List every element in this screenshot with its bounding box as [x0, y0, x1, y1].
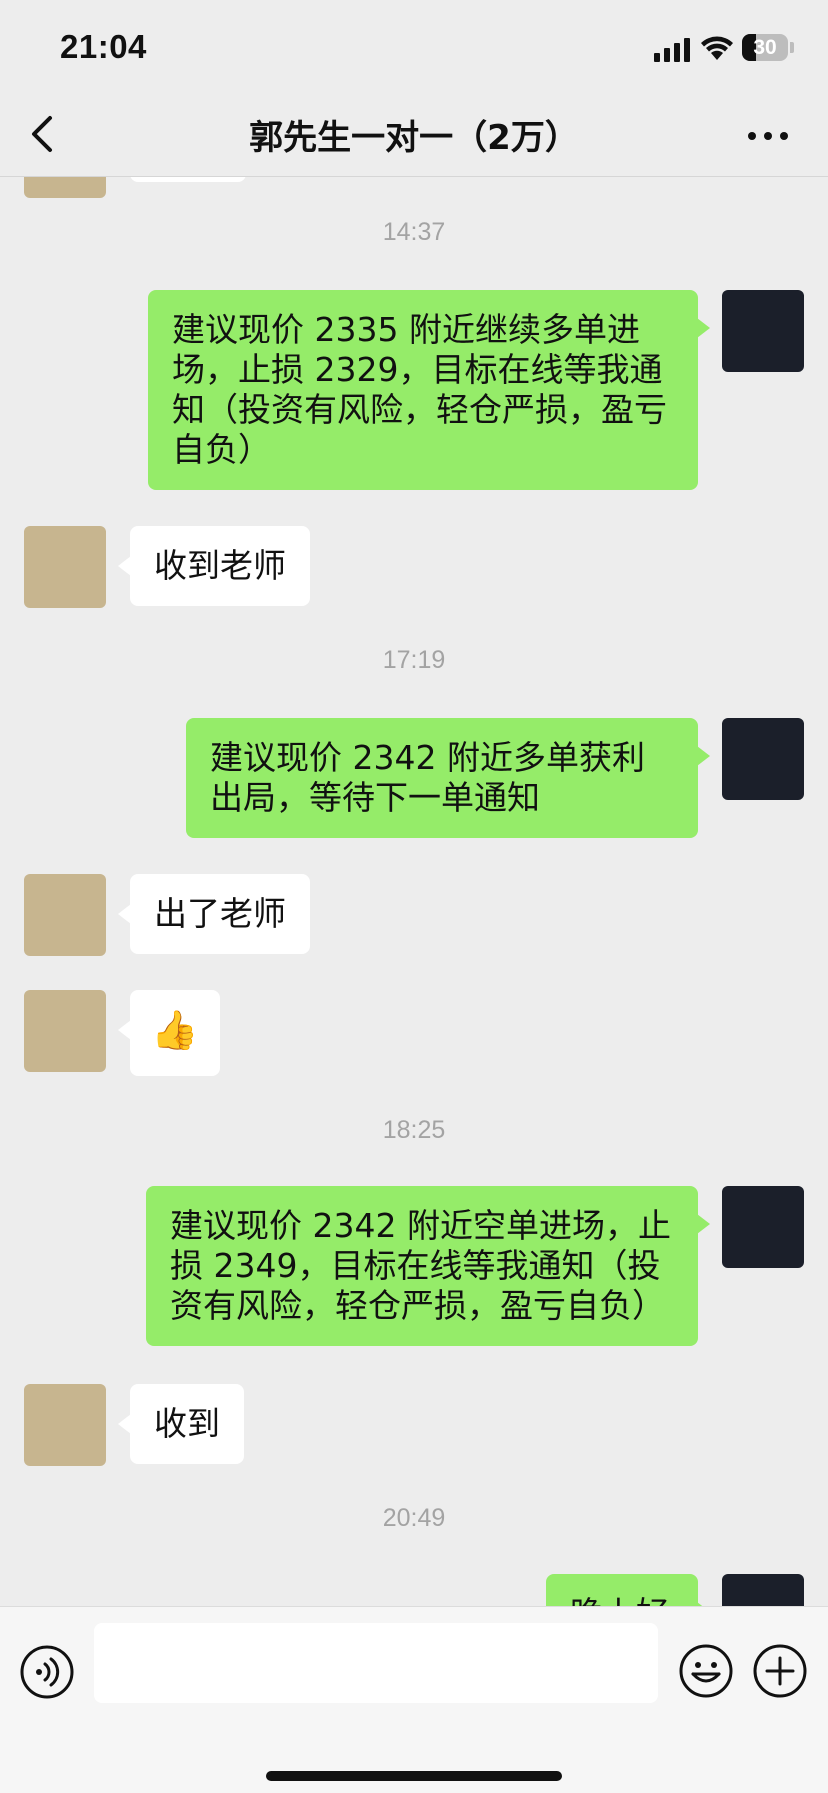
timestamp: 18:25 — [382, 1116, 446, 1144]
teacher-avatar[interactable] — [722, 1574, 804, 1606]
teacher-avatar[interactable] — [722, 1186, 804, 1268]
wifi-icon — [701, 36, 733, 60]
emoji-icon[interactable] — [678, 1643, 734, 1699]
battery-tip — [790, 42, 794, 53]
home-indicator[interactable] — [266, 1771, 562, 1781]
message-bubble[interactable]: 收到老师 — [118, 526, 310, 606]
battery-percentage: 30 — [753, 36, 777, 59]
message-list[interactable]: 14:37 建议现价 2335 附近继续多单进场，止损 2329，目标在线等我通… — [0, 176, 828, 1606]
status-time: 21:04 — [60, 28, 147, 65]
timestamp: 17:19 — [382, 646, 446, 674]
message-bubble[interactable]: 收到 — [118, 1384, 244, 1464]
avatar-partial — [24, 176, 106, 198]
message-bubble[interactable]: 建议现价 2342 附近空单进场，止损 2349，目标在线等我通知（投资有风险，… — [146, 1186, 710, 1346]
user-avatar[interactable] — [24, 526, 106, 608]
chat-header: 郭先生一对一（2万） — [0, 96, 828, 177]
message-bubble[interactable]: 晚上好 — [546, 1574, 710, 1606]
teacher-avatar[interactable] — [722, 290, 804, 372]
chevron-left-icon[interactable] — [26, 112, 62, 156]
message-bubble[interactable]: 建议现价 2342 附近多单获利出局，等待下一单通知 — [186, 718, 710, 838]
cellular-signal-icon — [654, 38, 690, 62]
chat-title: 郭先生一对一（2万） — [249, 118, 579, 158]
user-avatar[interactable] — [24, 1384, 106, 1466]
teacher-avatar[interactable] — [722, 718, 804, 800]
user-avatar[interactable] — [24, 874, 106, 956]
battery-icon: 30 — [742, 34, 788, 61]
more-dots-icon[interactable] — [744, 118, 792, 154]
thumbs-up-emoji[interactable]: 👍 — [118, 990, 220, 1076]
plus-circle-icon[interactable] — [752, 1643, 808, 1699]
timestamp: 20:49 — [382, 1504, 446, 1532]
voice-icon[interactable] — [20, 1645, 74, 1699]
user-avatar[interactable] — [24, 990, 106, 1072]
input-bar — [0, 1606, 828, 1793]
timestamp: 14:37 — [382, 218, 446, 246]
message-bubble[interactable]: 建议现价 2335 附近继续多单进场，止损 2329，目标在线等我通知（投资有风… — [148, 290, 710, 490]
status-bar: 21:04 30 — [0, 0, 828, 96]
message-input[interactable] — [94, 1623, 658, 1703]
message-bubble[interactable]: 出了老师 — [118, 874, 310, 954]
